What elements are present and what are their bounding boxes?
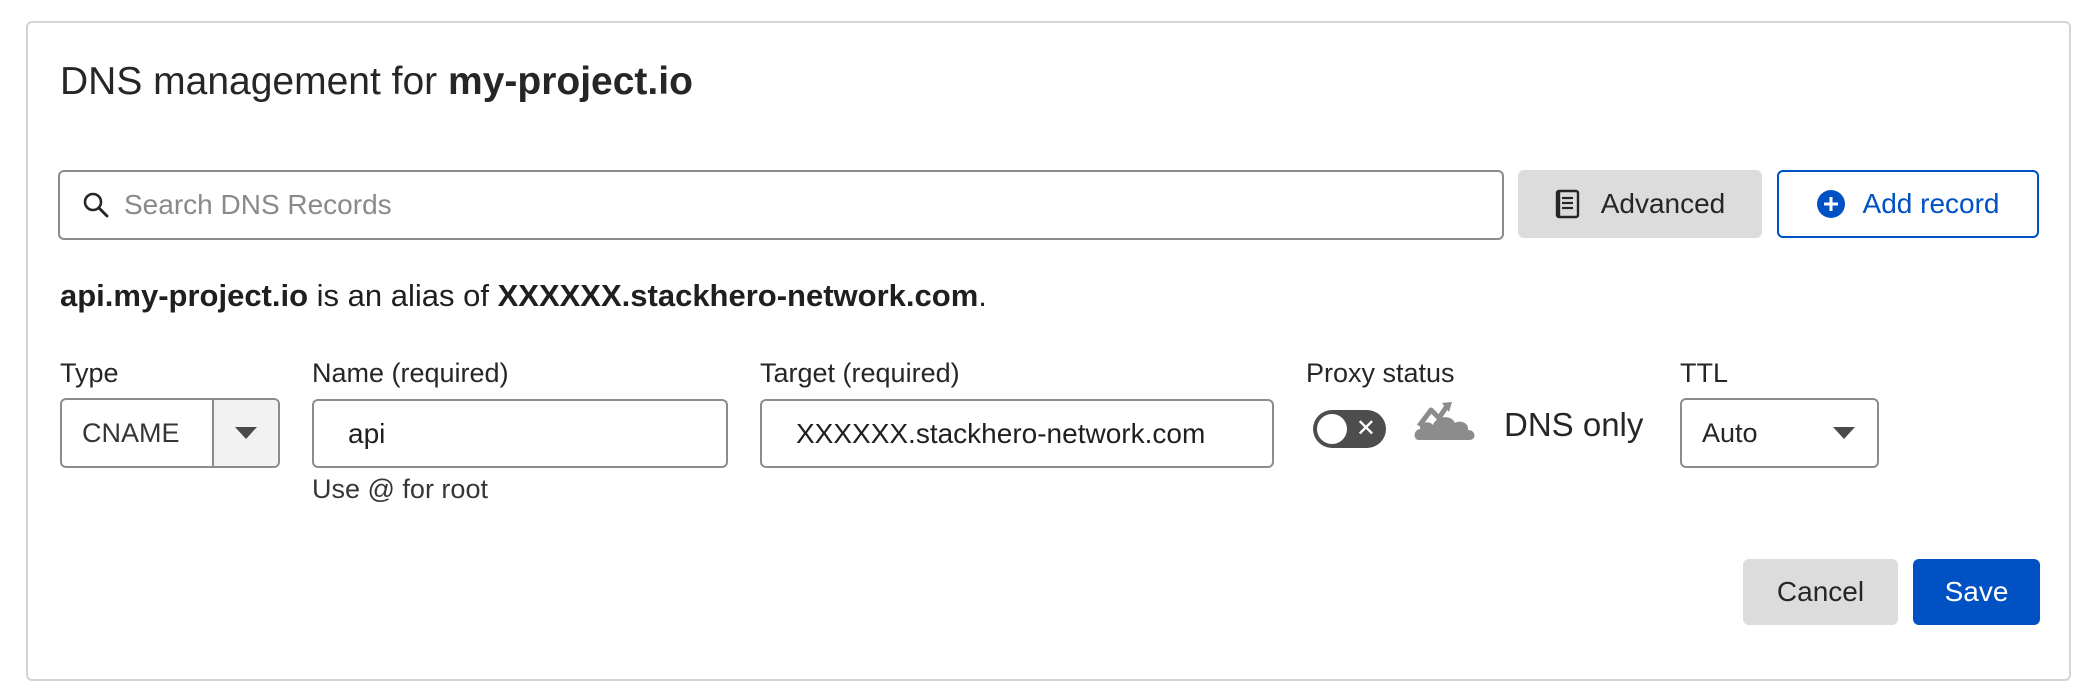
save-button-label: Save [1944,576,2009,607]
ttl-label: TTL [1680,358,1729,388]
target-input[interactable] [794,416,1272,451]
proxy-status-text: DNS only [1504,406,1644,443]
type-select[interactable]: CNAME [60,398,280,468]
add-record-button-label: Add record [1862,188,2000,219]
target-field[interactable] [760,399,1274,468]
cancel-button-label: Cancel [1776,576,1865,607]
add-record-button[interactable]: Add record [1777,170,2039,238]
cancel-button[interactable]: Cancel [1743,559,1898,625]
page-title-domain: my-project.io [448,60,693,103]
close-icon: ✕ [1355,415,1376,442]
plus-circle-icon [1816,190,1845,218]
chevron-down-icon [235,427,257,439]
proxy-status-label: Proxy status [1306,358,1455,388]
page-title-prefix: DNS management for [60,60,449,103]
name-input[interactable] [346,416,726,451]
advanced-button[interactable]: Advanced [1518,170,1762,238]
name-field[interactable] [312,399,728,468]
document-icon [1555,189,1579,219]
search-input[interactable] [122,188,1426,222]
type-select-toggle[interactable] [212,400,278,466]
target-label: Target (required) [760,358,960,388]
advanced-button-label: Advanced [1600,188,1726,219]
alias-target: XXXXXX.stackhero-network.com [497,278,979,313]
alias-message-text: is an alias of [308,278,498,313]
ttl-select[interactable]: Auto [1680,398,1879,468]
proxy-status-toggle[interactable]: ✕ [1313,410,1386,448]
type-label: Type [60,358,119,388]
search-field[interactable] [58,170,1504,240]
toggle-knob [1317,414,1347,444]
alias-message: api.my-project.io is an alias of XXXXXX.… [60,276,987,316]
cloud-bypass-icon [1414,402,1475,440]
type-select-value: CNAME [82,417,180,448]
name-label: Name (required) [312,358,509,388]
chevron-down-icon [1833,427,1855,439]
page-title: DNS management for my-project.io [60,56,693,108]
ttl-select-value: Auto [1702,417,1758,448]
search-icon [83,192,109,218]
alias-record-name: api.my-project.io [60,278,309,313]
alias-suffix: . [978,278,987,313]
save-button[interactable]: Save [1913,559,2040,625]
name-hint: Use @ for root [312,474,488,504]
